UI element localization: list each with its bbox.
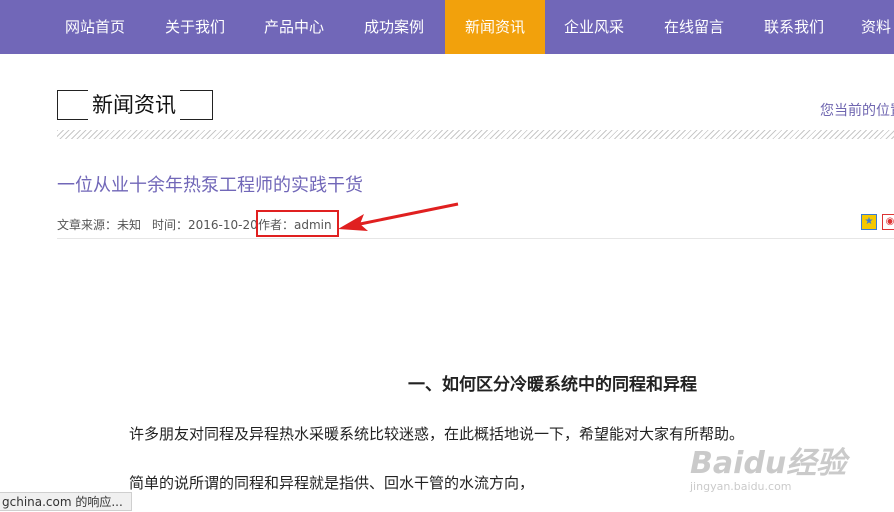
weibo-share-icon[interactable]: ◉	[882, 214, 894, 230]
nav-item-cases[interactable]: 成功案例	[346, 0, 442, 54]
watermark-url: jingyan.baidu.com	[690, 480, 792, 493]
browser-status-bar: gchina.com 的响应...	[0, 492, 132, 511]
author-highlight-box	[256, 210, 339, 237]
nav-item-contact[interactable]: 联系我们	[746, 0, 842, 54]
nav-item-company[interactable]: 企业风采	[546, 0, 642, 54]
section-title: 新闻资讯	[88, 90, 180, 120]
article-heading: 一、如何区分冷暖系统中的同程和异程	[408, 375, 697, 395]
article-paragraph: 许多朋友对同程及异程热水采暖系统比较迷惑，在此概括地说一下，希望能对大家有所帮助…	[129, 425, 745, 443]
baidu-watermark: Baidu经验 jingyan.baidu.com	[690, 438, 847, 493]
article-meta: 文章来源：未知 时间：2016-10-20	[57, 216, 269, 233]
nav-item-message[interactable]: 在线留言	[646, 0, 742, 54]
article-paragraph: 简单的说所谓的同程和异程就是指供、回水干管的水流方向，	[129, 474, 535, 492]
nav-item-products[interactable]: 产品中心	[246, 0, 342, 54]
meta-divider	[57, 238, 894, 239]
nav-item-resources[interactable]: 资料	[846, 0, 894, 54]
nav-item-about[interactable]: 关于我们	[147, 0, 243, 54]
article-source: 文章来源：未知	[57, 218, 142, 232]
qzone-share-icon[interactable]: ★	[861, 214, 877, 230]
watermark-logo-text: Baidu经验	[690, 446, 847, 481]
nav-item-news[interactable]: 新闻资讯	[445, 0, 545, 54]
top-nav: 网站首页 关于我们 产品中心 成功案例 新闻资讯 企业风采 在线留言 联系我们 …	[0, 0, 894, 54]
hatched-divider	[57, 130, 894, 139]
article-time: 时间：2016-10-20	[152, 218, 258, 232]
article-title[interactable]: 一位从业十余年热泵工程师的实践干货	[57, 171, 363, 197]
nav-item-home[interactable]: 网站首页	[47, 0, 143, 54]
breadcrumb-location: 您当前的位置	[820, 103, 894, 119]
annotation-arrow-icon	[338, 202, 459, 231]
